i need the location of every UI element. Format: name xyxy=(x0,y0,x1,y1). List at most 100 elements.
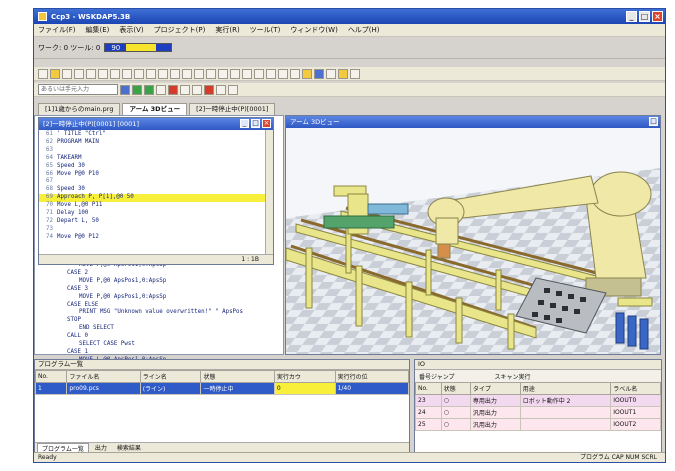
table-row[interactable]: 25 ○ 汎用出力 IOOUT2 xyxy=(415,418,661,431)
tab-arm-3d-view[interactable]: アーム 3Dビュー xyxy=(122,103,188,115)
close-button[interactable]: × xyxy=(652,11,663,22)
code-line[interactable]: 61 ' TITLE "Ctrl" xyxy=(39,131,273,139)
speed-meter[interactable]: 90 xyxy=(104,43,173,52)
find-icon[interactable] xyxy=(158,68,168,79)
table-row[interactable]: 24 ○ 汎用出力 IOOUT1 xyxy=(415,406,661,419)
minimize-button[interactable]: _ xyxy=(626,11,637,22)
maximize-button[interactable]: □ xyxy=(639,11,650,22)
debug-toolbar: あるいは手元入力 xyxy=(34,83,665,97)
line-text: Speed 30 xyxy=(57,162,85,169)
window-restore-icon[interactable]: □ xyxy=(251,119,260,128)
folder-icon[interactable] xyxy=(302,68,312,79)
code-line[interactable]: CALL 0 xyxy=(45,333,275,341)
reset-icon[interactable] xyxy=(228,84,238,95)
menu-window[interactable]: ウィンドウ(W) xyxy=(290,25,337,35)
menu-view[interactable]: 表示(V) xyxy=(119,25,143,35)
code-line[interactable]: MOVE P,@0 ApsPos1,0:ApsSp xyxy=(45,294,275,302)
code-line[interactable]: 70 Move L,@0 P11 xyxy=(39,202,273,210)
code-line[interactable]: SELECT CASE Pwst xyxy=(45,341,275,349)
prev-bookmark-icon[interactable] xyxy=(230,68,240,79)
run-icon[interactable] xyxy=(132,84,142,95)
tab-paused-program[interactable]: [2]一時停止中(P)[0001] xyxy=(189,103,276,115)
open-icon[interactable] xyxy=(50,68,60,79)
code-line[interactable]: 68 Speed 30 xyxy=(39,186,273,194)
line-text: Delay 100 xyxy=(57,210,89,217)
io-header: No. 状態 タイプ 用途 ラベル名 xyxy=(415,382,661,395)
code-line[interactable]: 74 Move P@0 P12 xyxy=(39,234,273,242)
save-icon[interactable] xyxy=(62,68,72,79)
io-icon[interactable] xyxy=(338,68,348,79)
replace-icon[interactable] xyxy=(170,68,180,79)
io-jump-label[interactable]: 番号ジャンプ xyxy=(419,372,455,381)
settings-icon[interactable] xyxy=(350,68,360,79)
comment-icon[interactable] xyxy=(206,68,216,79)
menu-edit[interactable]: 編集(E) xyxy=(86,25,110,35)
redo-icon[interactable] xyxy=(146,68,156,79)
code-line[interactable]: MOVE P,@0 ApsPos1,0:ApsSp xyxy=(45,278,275,286)
code-line[interactable]: 64 TAKEARM xyxy=(39,155,273,163)
new-icon[interactable] xyxy=(38,68,48,79)
code-line[interactable]: 62 PROGRAM MAIN xyxy=(39,139,273,147)
table-row[interactable]: 23 ○ 専用出力 ロボット動作中 2 IOOUT0 xyxy=(415,394,661,407)
code-line[interactable]: 63 xyxy=(39,147,273,155)
program-list-title: プログラム一覧 xyxy=(35,360,409,370)
cut-icon[interactable] xyxy=(86,68,96,79)
line-text: STOP xyxy=(67,317,81,324)
background-code: MOVE P,@0 ApsPos1,0:ApsSp CASE 2 MOVE P,@0… xyxy=(45,262,275,365)
code-line[interactable]: CASE 1 xyxy=(45,349,275,357)
paste-icon[interactable] xyxy=(110,68,120,79)
code-line[interactable]: 65 Speed 30 xyxy=(39,163,273,171)
step-run-icon[interactable] xyxy=(144,84,154,95)
io-scan-button[interactable]: スキャン実行 xyxy=(495,372,531,381)
window-minimize-icon[interactable]: _ xyxy=(240,119,249,128)
view-restore-icon[interactable]: □ xyxy=(649,117,658,126)
code-line[interactable]: CASE 2 xyxy=(45,270,275,278)
next-bookmark-icon[interactable] xyxy=(242,68,252,79)
build-icon[interactable] xyxy=(254,68,264,79)
menu-tools[interactable]: ツール(T) xyxy=(250,25,281,35)
code-line[interactable]: STOP xyxy=(45,317,275,325)
code-line[interactable]: CASE 3 xyxy=(45,286,275,294)
save-all-icon[interactable] xyxy=(74,68,84,79)
code-line[interactable]: PRINT MSG "Unknown value overwritten!" "… xyxy=(45,309,275,317)
table-row[interactable]: 1 pro09.pcs (ライン) 一時停止中 0 1/40 xyxy=(34,382,410,395)
pause-icon[interactable] xyxy=(156,84,166,95)
lock-icon[interactable] xyxy=(278,68,288,79)
menu-run[interactable]: 実行(R) xyxy=(215,25,239,35)
step-over-icon[interactable] xyxy=(192,84,202,95)
app-icon xyxy=(38,12,47,21)
code-line[interactable]: 66 Move P@0 P10 xyxy=(39,171,273,179)
robot-icon[interactable] xyxy=(290,68,300,79)
transfer-icon[interactable] xyxy=(266,68,276,79)
status-bar: Ready プログラム CAP NUM SCRL xyxy=(34,452,665,462)
code-line[interactable]: 67 xyxy=(39,178,273,186)
menu-file[interactable]: ファイル(F) xyxy=(38,25,76,35)
stop-icon[interactable] xyxy=(168,84,178,95)
menu-help[interactable]: ヘルプ(H) xyxy=(348,25,380,35)
step-icon[interactable] xyxy=(120,84,130,95)
outdent-icon[interactable] xyxy=(194,68,204,79)
window-close-icon[interactable]: × xyxy=(262,119,271,128)
code-line[interactable]: 72 Depart L, 50 xyxy=(39,218,273,226)
menu-project[interactable]: プロジェクト(P) xyxy=(154,25,206,35)
code-lines[interactable]: 61 ' TITLE "Ctrl" 62 PROGRAM MAIN 63 64 TAKEAR… xyxy=(39,130,273,254)
step-mode-combo[interactable]: あるいは手元入力 xyxy=(38,84,118,95)
step-into-icon[interactable] xyxy=(180,84,190,95)
robot-cell-3d-scene[interactable] xyxy=(285,128,660,354)
delete-icon[interactable] xyxy=(122,68,132,79)
bookmark-icon[interactable] xyxy=(218,68,228,79)
tab-main-prg[interactable]: [1]1歳からのmain.prg xyxy=(38,103,121,115)
undo-icon[interactable] xyxy=(134,68,144,79)
code-line[interactable]: END SELECT xyxy=(45,325,275,333)
breakpoint-icon[interactable] xyxy=(204,84,214,95)
monitor-icon[interactable] xyxy=(314,68,324,79)
editor-scrollbar[interactable] xyxy=(265,130,273,254)
code-line[interactable]: CASE ELSE xyxy=(45,302,275,310)
code-line[interactable]: 69 Approach P, P[1],@0 50 xyxy=(39,194,273,203)
camera-icon[interactable] xyxy=(326,68,336,79)
copy-icon[interactable] xyxy=(98,68,108,79)
clear-breakpoint-icon[interactable] xyxy=(216,84,226,95)
indent-icon[interactable] xyxy=(182,68,192,79)
code-line[interactable]: 71 Delay 100 xyxy=(39,210,273,218)
code-line[interactable]: 73 xyxy=(39,226,273,234)
